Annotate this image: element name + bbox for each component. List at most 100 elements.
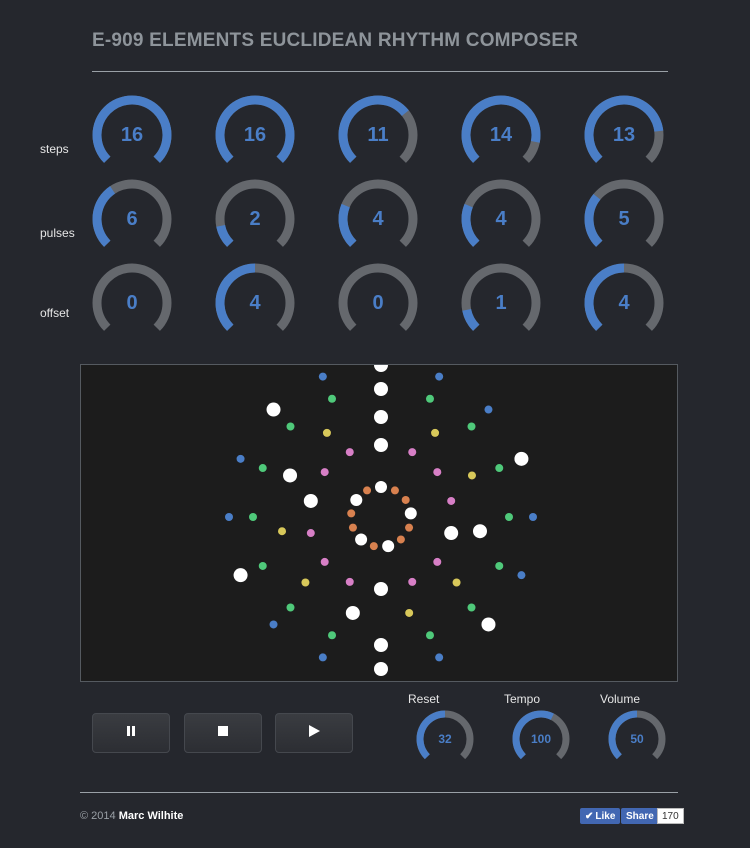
ring-2-step-7 (467, 603, 476, 612)
ring-3-step-11 (322, 428, 331, 437)
play-icon (307, 724, 321, 743)
offset-knob-3[interactable]: 0 (335, 260, 421, 346)
pulses-knob-5[interactable]: 5 (581, 176, 667, 262)
ring-2-step-15 (286, 422, 295, 431)
ring-2-step-10 (328, 631, 337, 640)
ring-2-step-16 (328, 394, 337, 403)
offset-knob-1[interactable]: 0 (89, 260, 175, 346)
pulses-knob-2[interactable]: 2 (212, 176, 298, 262)
ring-5-step-1 (375, 481, 387, 493)
ring-3-step-10 (283, 468, 298, 483)
steps-value-1: 16 (120, 123, 144, 146)
steps-value-3: 11 (367, 123, 389, 146)
ring-2-step-14 (258, 464, 267, 473)
ring-1-step-7 (481, 617, 496, 632)
ring-4-step-1 (374, 438, 388, 452)
steps-knob-1[interactable]: 16 (89, 92, 175, 178)
offset-value-2: 4 (249, 291, 261, 314)
ring-4-step-11 (306, 529, 315, 538)
ring-1-step-11 (269, 620, 278, 629)
ring-5-step-8 (369, 542, 378, 551)
offset-knob-4[interactable]: 1 (458, 260, 544, 346)
steps-knob-3[interactable]: 11 (335, 92, 421, 178)
share-count: 170 (657, 808, 684, 824)
offset-value-1: 0 (126, 291, 138, 314)
volume-value: 50 (630, 732, 644, 746)
ring-3-step-8 (301, 578, 310, 587)
ring-1-step-4 (514, 451, 529, 466)
copyright: © 2014 Marc Wilhite (80, 810, 183, 822)
ring-5-step-9 (355, 533, 368, 546)
steps-knob-4[interactable]: 14 (458, 92, 544, 178)
tempo-label: Tempo (504, 692, 541, 706)
ring-1-step-3 (484, 405, 493, 414)
ring-4-step-5 (444, 526, 459, 541)
offset-knob-2[interactable]: 4 (212, 260, 298, 346)
ring-5-step-5 (405, 523, 414, 532)
pulses-value-5: 5 (618, 207, 630, 230)
copyright-prefix: © 2014 (80, 810, 116, 822)
row-label-offset: offset (40, 306, 70, 320)
ring-1-step-15 (266, 402, 281, 417)
row-label-steps: steps (40, 142, 69, 156)
play-button[interactable] (275, 713, 353, 753)
ring-1-step-2 (435, 372, 444, 381)
ring-3-step-6 (405, 608, 414, 617)
ring-4-step-6 (433, 557, 442, 566)
footer-divider (80, 792, 678, 793)
offset-value-3: 0 (372, 291, 384, 314)
ring-2-step-9 (374, 638, 388, 652)
ring-1-step-1 (374, 358, 388, 372)
ring-1-step-5 (529, 513, 537, 521)
ring-5-step-11 (347, 509, 356, 518)
pulses-knob-1[interactable]: 6 (89, 176, 175, 262)
offset-knob-5[interactable]: 4 (581, 260, 667, 346)
ring-3-step-9 (278, 527, 287, 536)
ring-2-step-1 (374, 382, 388, 396)
ring-1-step-16 (318, 372, 327, 381)
facebook-like-button[interactable]: ✔ Like (580, 808, 621, 824)
ring-1-step-13 (225, 513, 233, 521)
offset-value-4: 1 (495, 291, 507, 314)
ring-4-step-9 (345, 577, 354, 586)
volume-knob[interactable]: 50 (606, 708, 668, 770)
row-label-pulses: pulses (40, 226, 75, 240)
reset-knob[interactable]: 32 (414, 708, 476, 770)
steps-value-5: 13 (612, 123, 636, 146)
tempo-value: 100 (530, 732, 552, 746)
author-link[interactable]: Marc Wilhite (119, 810, 184, 822)
ring-2-step-13 (249, 513, 257, 521)
ring-4-step-12 (303, 493, 318, 508)
pulses-knob-4[interactable]: 4 (458, 176, 544, 262)
pulses-value-4: 4 (495, 207, 507, 230)
ring-2-step-11 (286, 603, 295, 612)
ring-2-step-3 (467, 422, 476, 431)
tempo-knob[interactable]: 100 (510, 708, 572, 770)
steps-knob-5[interactable]: 13 (581, 92, 667, 178)
facebook-share-button[interactable]: Share (621, 808, 659, 824)
pulses-value-2: 2 (249, 207, 261, 230)
ring-1-step-8 (435, 653, 444, 662)
stop-icon (217, 724, 229, 742)
ring-4-step-4 (447, 496, 456, 505)
ring-3-step-7 (345, 605, 360, 620)
like-label: Like (595, 810, 616, 822)
steps-value-4: 14 (489, 123, 513, 146)
ring-4-step-2 (408, 448, 417, 457)
ring-3-step-3 (467, 471, 476, 480)
ring-1-step-12 (233, 568, 248, 583)
ring-2-step-4 (495, 464, 504, 473)
ring-5-step-6 (396, 535, 405, 544)
stop-button[interactable] (184, 713, 262, 753)
offset-value-5: 4 (618, 291, 630, 314)
pause-button[interactable] (92, 713, 170, 753)
ring-3-step-2 (431, 428, 440, 437)
ring-2-step-6 (495, 561, 504, 570)
ring-1-step-14 (236, 454, 245, 463)
ring-5-step-3 (401, 495, 410, 504)
ring-2-step-2 (425, 394, 434, 403)
steps-knob-2[interactable]: 16 (212, 92, 298, 178)
ring-5-step-13 (363, 486, 372, 495)
ring-1-step-6 (517, 571, 526, 580)
pulses-knob-3[interactable]: 4 (335, 176, 421, 262)
